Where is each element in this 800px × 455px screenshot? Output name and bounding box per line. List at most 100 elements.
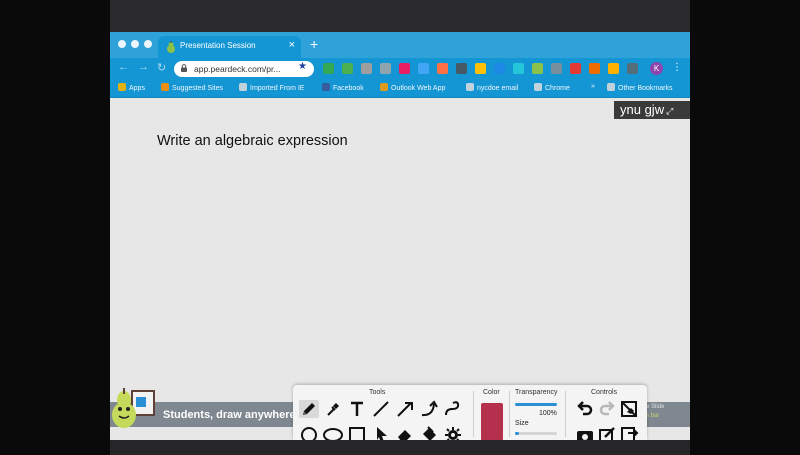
transparency-slider-fill <box>515 403 557 406</box>
browser-toolbar: ← → ↻ app.peardeck.com/pr... ★ K ⋮ <box>110 58 690 80</box>
tools-title: Tools <box>369 389 386 396</box>
slide-prompt: Write an algebraic expression <box>157 133 348 149</box>
folder-icon <box>607 83 615 91</box>
tab-bar: Presentation Session × + <box>110 32 690 58</box>
students-instruction-text: Students, draw anywhere o <box>163 409 306 421</box>
browser-window: Presentation Session × + ← → ↻ app.peard… <box>110 32 690 440</box>
bookmarks-overflow-icon[interactable]: » <box>591 83 595 90</box>
tab-presentation-session[interactable]: Presentation Session × <box>158 36 301 58</box>
other-bookmarks[interactable]: Other Bookmarks <box>607 83 672 92</box>
pencil-icon[interactable] <box>299 400 319 418</box>
outlook-icon <box>380 83 388 91</box>
letterbox-left <box>0 0 110 455</box>
slide-label: e Slide <box>646 404 665 410</box>
letterbox-top <box>110 0 690 32</box>
undo-icon[interactable] <box>575 400 595 418</box>
extension-icon[interactable] <box>570 63 581 74</box>
transparency-value: 100% <box>539 410 557 417</box>
bookmark-label: Outlook Web App <box>391 85 446 92</box>
window-maximize-button[interactable] <box>144 40 152 48</box>
extension-icon[interactable] <box>361 63 372 74</box>
extension-icon[interactable] <box>608 63 619 74</box>
extension-icon[interactable] <box>513 63 524 74</box>
bookmark-star-icon[interactable]: ★ <box>298 61 307 72</box>
camera-icon[interactable] <box>575 425 595 440</box>
eraser-icon[interactable] <box>395 425 415 440</box>
ellipse-icon[interactable] <box>323 425 343 440</box>
transparency-title: Transparency <box>515 389 558 396</box>
profile-avatar[interactable]: K <box>650 62 663 75</box>
extension-icon[interactable] <box>532 63 543 74</box>
facebook-icon <box>322 83 330 91</box>
url-text: app.peardeck.com/pr... <box>194 64 281 74</box>
line-icon[interactable] <box>371 400 391 418</box>
bookmark-label: Apps <box>129 85 145 92</box>
slide-canvas[interactable]: Write an algebraic expression ynu gjw ⤢ S… <box>110 99 690 440</box>
bookmark-item[interactable]: Suggested Sites <box>161 83 223 92</box>
back-icon[interactable]: ← <box>118 61 129 73</box>
pointer-icon[interactable] <box>371 425 391 440</box>
new-tab-button[interactable]: + <box>310 37 318 51</box>
size-slider[interactable] <box>515 432 557 435</box>
extension-icon[interactable] <box>418 63 429 74</box>
extension-icon[interactable] <box>380 63 391 74</box>
extension-icon[interactable] <box>342 63 353 74</box>
export-icon[interactable] <box>619 425 639 440</box>
bookmark-item[interactable]: Facebook <box>322 83 364 92</box>
extension-icon[interactable] <box>494 63 505 74</box>
freehand-curve-icon[interactable] <box>443 400 463 418</box>
extension-icon[interactable] <box>589 63 600 74</box>
size-label: Size <box>515 420 529 427</box>
bookmark-item[interactable]: Imported From IE <box>239 83 304 92</box>
panel-divider <box>473 391 474 437</box>
size-slider-fill <box>515 432 520 435</box>
eyedropper-icon[interactable] <box>323 400 343 418</box>
slide-sublabel: s bar <box>646 413 660 419</box>
expand-icon[interactable]: ⤢ <box>666 106 673 116</box>
tab-close-icon[interactable]: × <box>289 39 295 51</box>
bookmark-item[interactable]: Outlook Web App <box>380 83 445 92</box>
clear-icon[interactable] <box>619 400 639 418</box>
letterbox-bottom <box>110 440 690 455</box>
panel-divider <box>565 391 566 437</box>
window-close-button[interactable] <box>118 40 126 48</box>
extension-icon[interactable] <box>437 63 448 74</box>
extension-icon[interactable] <box>399 63 410 74</box>
bookmarks-bar: Apps Suggested Sites Imported From IE Faceb… <box>110 80 690 98</box>
extension-icon[interactable] <box>323 63 334 74</box>
bookmark-label: Suggested Sites <box>172 85 223 92</box>
edit-icon[interactable] <box>597 425 617 440</box>
globe-icon <box>534 83 542 91</box>
fill-bucket-icon[interactable] <box>419 425 439 440</box>
bookmark-item[interactable]: nycdoe email <box>466 83 518 92</box>
browser-menu-icon[interactable]: ⋮ <box>672 62 682 73</box>
bookmark-label: Facebook <box>333 85 364 92</box>
forward-icon[interactable]: → <box>138 61 149 73</box>
reload-icon[interactable]: ↻ <box>157 61 166 74</box>
arrow-icon[interactable] <box>395 400 415 418</box>
address-bar[interactable]: app.peardeck.com/pr... <box>174 61 314 77</box>
globe-icon <box>466 83 474 91</box>
text-icon[interactable] <box>347 400 367 418</box>
extension-icon[interactable] <box>475 63 486 74</box>
rectangle-icon[interactable] <box>347 425 367 440</box>
extension-icon[interactable] <box>627 63 638 74</box>
controls-title: Controls <box>591 389 618 396</box>
circle-icon[interactable] <box>299 425 319 440</box>
window-minimize-button[interactable] <box>131 40 139 48</box>
redo-icon[interactable] <box>597 400 617 418</box>
folder-icon <box>239 83 247 91</box>
pear-favicon-icon <box>166 41 176 53</box>
transparency-slider[interactable] <box>515 403 557 406</box>
bookmark-item[interactable]: Apps <box>118 83 145 92</box>
settings-gear-icon[interactable] <box>443 425 463 440</box>
curve-arrow-icon[interactable] <box>419 400 439 418</box>
extension-icon[interactable] <box>551 63 562 74</box>
lock-icon <box>181 64 187 72</box>
color-title: Color <box>483 389 500 396</box>
drawing-tools-panel: Tools Color Transparency Controls 100% S… <box>293 385 647 440</box>
extension-icon[interactable] <box>456 63 467 74</box>
bookmark-item[interactable]: Chrome <box>534 83 570 92</box>
pear-mascot-icon <box>112 388 155 428</box>
color-swatch[interactable] <box>481 403 503 440</box>
